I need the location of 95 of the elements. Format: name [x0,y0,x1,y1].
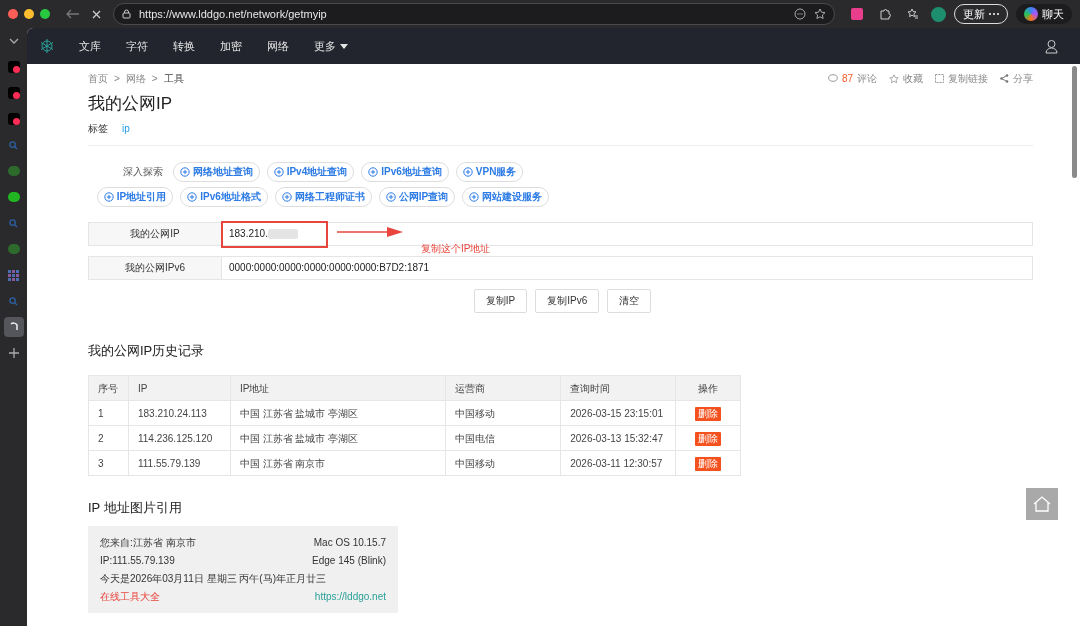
puzzle-icon[interactable] [879,8,891,20]
selected-tab[interactable] [3,317,24,337]
brand-text: 在线工具大全 [100,589,160,604]
plus-circle-icon [385,191,396,202]
explore-label: 深入探索 [122,165,163,179]
share-icon [1000,74,1009,83]
nav-link[interactable]: 加密 [220,37,242,55]
site-link[interactable]: https://lddgo.net [314,588,386,604]
favorites-icon[interactable] [907,8,919,20]
table-cell: 2026-03-15 23:15:01 [560,400,676,426]
delete-button[interactable]: 删除 [695,406,721,421]
nav-link[interactable]: 字符 [126,37,148,55]
home-icon [1033,496,1051,512]
nav-link[interactable]: 转换 [173,37,195,55]
scrollbar-thumb[interactable] [1071,66,1077,178]
column-header: 运营商 [445,375,561,401]
table-cell: 中国 江苏省 盐城市 亭湖区 [230,400,446,426]
user-icon[interactable] [1045,38,1060,54]
delete-button[interactable]: 删除 [695,456,721,471]
column-header: 序号 [88,375,129,401]
app-icon[interactable] [7,61,20,73]
favorite-link[interactable]: 收藏 [889,71,923,86]
table-cell: 2 [88,425,129,451]
breadcrumb-link[interactable]: 网络 [125,71,146,86]
table-cell: 2026-03-11 12:30:57 [560,450,676,476]
caret-icon [340,43,348,49]
close-window-icon[interactable] [8,9,18,19]
column-header: 操作 [675,375,741,401]
breadcrumb-link[interactable]: 首页 [88,71,108,86]
plus-circle-icon [179,166,190,177]
page-title: 我的公网IP [88,93,174,115]
lock-icon [122,9,131,19]
profile-avatar[interactable] [931,6,946,22]
table-cell: 2026-03-13 15:32:47 [560,425,676,451]
more-icon[interactable] [794,8,806,20]
delete-button[interactable]: 删除 [695,431,721,446]
share-link[interactable]: 分享 [1000,71,1033,86]
logo-icon[interactable] [39,38,55,54]
breadcrumb-link[interactable]: 工具 [163,71,184,86]
plus-circle-icon [103,191,114,202]
table-cell: 中国移动 [445,400,561,426]
table-cell: 183.210.24.113 [128,400,231,426]
star-icon [889,73,899,84]
table-cell: 114.236.125.120 [128,425,231,451]
column-header: 查询时间 [560,375,676,401]
breadcrumb-separator: > [114,72,120,86]
action-button[interactable]: 清空 [607,288,652,313]
action-button[interactable]: 复制IPv6 [535,288,600,313]
plus-circle-icon [281,191,292,202]
close-icon[interactable] [92,9,101,19]
more-menu[interactable]: 更多 [314,37,348,55]
section-title: 我的公网IP历史记录 [88,341,206,360]
grid-icon[interactable] [8,269,19,281]
copy-link[interactable]: 复制链接 [935,71,988,86]
loading-icon[interactable] [8,322,19,332]
plus-circle-icon [273,166,284,177]
app-icon[interactable] [7,113,20,125]
add-icon[interactable] [8,348,19,358]
star-icon[interactable] [814,8,826,20]
tag-link[interactable]: ip [122,120,130,136]
breadcrumb-separator: > [151,72,158,86]
chat-bubble-icon[interactable] [7,192,20,202]
table-cell: 111.55.79.139 [128,450,231,476]
minimize-window-icon[interactable] [24,9,34,19]
maximize-window-icon[interactable] [40,9,50,19]
comments-link[interactable]: 87 评论 [827,71,877,86]
card-text: IP:111.55.79.139 [100,553,175,568]
plus-circle-icon [462,166,473,177]
plus-circle-icon [368,166,379,177]
card-text: 您来自:江苏省 南京市 [100,535,196,550]
chevron-down-icon[interactable] [8,38,19,44]
extension-icon[interactable] [851,8,863,20]
tags-label: 标签 [88,121,108,136]
chat-button[interactable]: 聊天 [1016,4,1072,24]
address-bar[interactable]: https://www.lddgo.net/network/getmyip [113,3,835,25]
action-button[interactable]: 复制IP [473,288,528,313]
table-cell: 3 [88,450,129,476]
card-text: Edge 145 (Blink) [312,553,386,568]
table-cell: 1 [88,400,129,426]
column-header: IP [128,375,231,401]
table-cell: 中国电信 [445,425,561,451]
table-cell: 中国 江苏省 南京市 [230,450,446,476]
plus-circle-icon [187,191,198,202]
card-text: 今天是2026年03月11日 星期三 丙午(马)年正月廿三 [100,571,326,586]
plus-circle-icon [469,191,480,202]
nav-link[interactable]: 文库 [79,37,101,55]
app-icon[interactable] [7,87,20,99]
url-text: https://www.lddgo.net/network/getmyip [139,6,328,22]
card-text: Mac OS 10.15.7 [313,535,386,550]
table-cell: 中国 江苏省 盐城市 亭湖区 [230,425,446,451]
section-title: IP 地址图片引用 [88,499,183,517]
nav-link[interactable]: 网络 [267,37,289,55]
back-icon[interactable] [66,9,80,19]
table-cell: 中国移动 [445,450,561,476]
column-header: IP地址 [230,375,446,401]
